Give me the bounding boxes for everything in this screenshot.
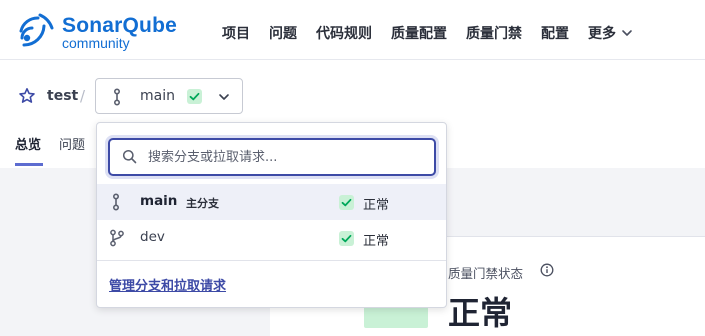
nav-item-more[interactable]: 更多: [588, 23, 633, 43]
dropdown-divider: [97, 260, 446, 261]
nav-item-projects[interactable]: 项目: [222, 23, 250, 43]
check-icon: [341, 198, 352, 207]
check-icon: [341, 234, 352, 243]
top-navigation-bar: SonarQube community 项目 问题 代码规则 质量配置 质量门禁…: [0, 0, 705, 60]
info-icon[interactable]: [540, 263, 554, 277]
search-icon: [122, 149, 137, 164]
branch-selector[interactable]: main: [95, 78, 243, 114]
tab-active-indicator: [15, 163, 43, 166]
current-branch-name: main: [140, 88, 175, 104]
sonarqube-logo-icon: [19, 13, 54, 47]
nav-more-label: 更多: [588, 26, 616, 42]
tab-overview[interactable]: 总览: [15, 134, 41, 153]
nav-item-administration[interactable]: 配置: [541, 23, 569, 43]
chevron-down-icon: [219, 94, 229, 100]
branch-fork-icon: [110, 229, 124, 247]
tab-issues[interactable]: 问题: [59, 134, 85, 153]
nav-item-quality-gates[interactable]: 质量门禁: [466, 23, 522, 43]
branch-search-input[interactable]: [148, 147, 418, 167]
main-branch-tag: 主分支: [186, 197, 219, 210]
branch-option-dev[interactable]: dev 正常: [97, 220, 446, 256]
branch-option-main[interactable]: main 主分支 正常: [97, 184, 446, 220]
branch-status-check: [187, 89, 202, 104]
main-nav: 项目 问题 代码规则 质量配置 质量门禁 配置 更多: [222, 23, 652, 43]
branch-status-check: [339, 195, 354, 210]
branch-status-check: [339, 231, 354, 246]
branch-status-label: 正常: [363, 234, 390, 249]
branch-icon: [113, 193, 120, 211]
branch-dropdown: main 主分支 正常 dev 正常 管理分支和拉取请求: [96, 122, 447, 308]
branch-icon: [114, 88, 121, 106]
branch-status-label: 正常: [363, 198, 390, 213]
quality-gate-status: 正常: [448, 294, 513, 332]
branch-name: dev: [140, 229, 165, 245]
quality-gate-label: 质量门禁状态: [448, 266, 524, 281]
chevron-down-icon: [622, 30, 632, 36]
check-icon: [189, 92, 200, 101]
logo-edition: community: [62, 35, 130, 51]
manage-branches-link[interactable]: 管理分支和拉取请求: [109, 275, 226, 294]
nav-item-quality-profiles[interactable]: 质量配置: [391, 23, 447, 43]
branch-name: main: [140, 193, 178, 209]
branch-search-box: [108, 138, 436, 176]
nav-item-rules[interactable]: 代码规则: [316, 23, 372, 43]
nav-item-issues[interactable]: 问题: [269, 23, 297, 43]
breadcrumb-project[interactable]: test: [47, 88, 78, 104]
favorite-star-icon[interactable]: [18, 87, 36, 105]
breadcrumb-separator: /: [80, 87, 86, 105]
sonarqube-logo[interactable]: SonarQube community: [18, 12, 178, 51]
